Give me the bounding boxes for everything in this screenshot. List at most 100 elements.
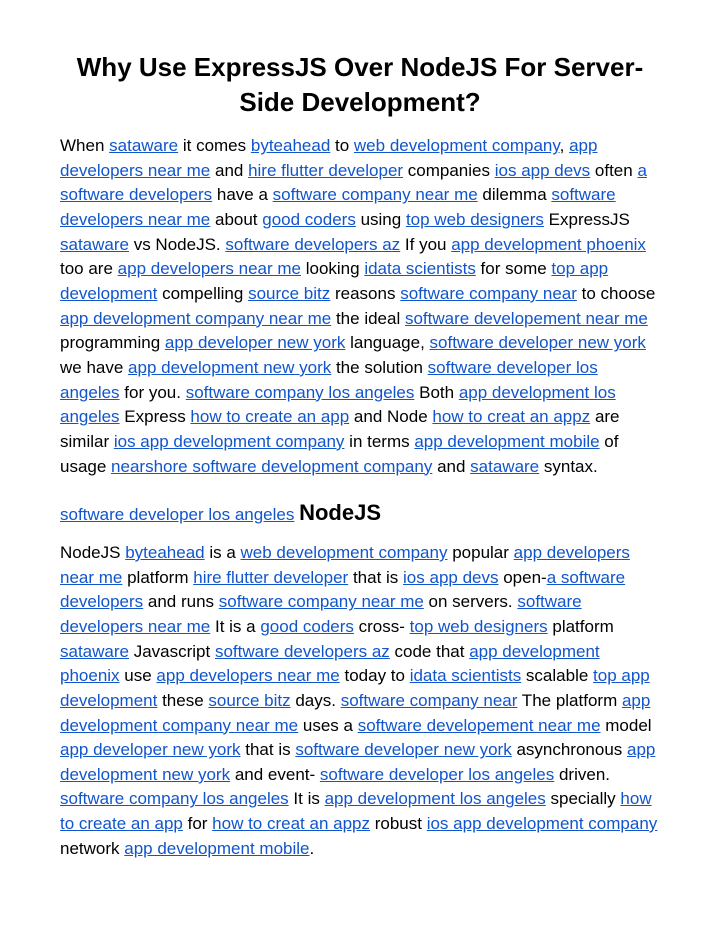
text: to choose	[577, 284, 655, 303]
link-ios-app-development-company[interactable]: ios app development company	[114, 432, 345, 451]
text: reasons	[330, 284, 400, 303]
link-app-development-phoenix[interactable]: app development phoenix	[451, 235, 646, 254]
link-app-developer-new-york[interactable]: app developer new york	[165, 333, 346, 352]
link-hire-flutter-developer[interactable]: hire flutter developer	[193, 568, 348, 587]
link-software-company-los-angeles[interactable]: software company los angeles	[186, 383, 415, 402]
text: driven.	[554, 765, 610, 784]
text: Express	[120, 407, 191, 426]
link-software-company-near-me[interactable]: software company near me	[273, 185, 478, 204]
text: it comes	[178, 136, 251, 155]
link-how-to-creat-an-appz[interactable]: how to creat an appz	[432, 407, 590, 426]
text: use	[120, 666, 157, 685]
link-software-developer-new-york[interactable]: software developer new york	[295, 740, 511, 759]
link-ios-app-devs[interactable]: ios app devs	[403, 568, 498, 587]
link-software-developer-los-angeles[interactable]: software developer los angeles	[320, 765, 554, 784]
link-software-company-near-me[interactable]: software company near me	[219, 592, 424, 611]
link-sataware[interactable]: sataware	[470, 457, 539, 476]
link-app-development-los-angeles[interactable]: app development los angeles	[325, 789, 546, 808]
link-software-developers-az[interactable]: software developers az	[215, 642, 390, 661]
text: compelling	[157, 284, 248, 303]
text: these	[157, 691, 208, 710]
text: is a	[205, 543, 241, 562]
link-good-coders[interactable]: good coders	[260, 617, 354, 636]
text: platform	[122, 568, 193, 587]
text: The platform	[517, 691, 622, 710]
link-how-to-creat-an-appz[interactable]: how to creat an appz	[212, 814, 370, 833]
link-byteahead[interactable]: byteahead	[251, 136, 330, 155]
text: about	[210, 210, 262, 229]
text: Javascript	[129, 642, 215, 661]
text: scalable	[521, 666, 593, 685]
link-app-developer-new-york[interactable]: app developer new york	[60, 740, 241, 759]
link-software-developer-new-york[interactable]: software developer new york	[430, 333, 646, 352]
text: cross-	[354, 617, 410, 636]
subheading-nodejs: software developer los angeles NodeJS	[60, 497, 660, 529]
text: in terms	[344, 432, 414, 451]
text: looking	[301, 259, 364, 278]
text: today to	[340, 666, 410, 685]
text: model	[601, 716, 652, 735]
link-software-company-near[interactable]: software company near	[400, 284, 577, 303]
text: .	[309, 839, 314, 858]
text: uses a	[298, 716, 358, 735]
text: ,	[560, 136, 569, 155]
text: that is	[348, 568, 403, 587]
link-sataware[interactable]: sataware	[109, 136, 178, 155]
link-idata-scientists[interactable]: idata scientists	[364, 259, 476, 278]
text: and	[210, 161, 248, 180]
text: using	[356, 210, 406, 229]
link-app-development-mobile[interactable]: app development mobile	[414, 432, 599, 451]
link-ios-app-devs[interactable]: ios app devs	[495, 161, 590, 180]
text: It is	[289, 789, 325, 808]
paragraph-1: When sataware it comes byteahead to web …	[60, 134, 660, 479]
text: If you	[400, 235, 451, 254]
link-software-company-near[interactable]: software company near	[341, 691, 518, 710]
link-top-web-designers[interactable]: top web designers	[410, 617, 548, 636]
link-good-coders[interactable]: good coders	[262, 210, 356, 229]
text: for	[183, 814, 212, 833]
text: asynchronous	[512, 740, 627, 759]
link-source-bitz[interactable]: source bitz	[248, 284, 330, 303]
text: robust	[370, 814, 427, 833]
text: too are	[60, 259, 118, 278]
link-software-developers-az[interactable]: software developers az	[225, 235, 400, 254]
link-how-to-create-an-app[interactable]: how to create an app	[190, 407, 349, 426]
link-software-developement-near-me[interactable]: software developement near me	[358, 716, 601, 735]
link-app-development-company-near-me[interactable]: app development company near me	[60, 309, 331, 328]
text: and Node	[349, 407, 432, 426]
text: syntax.	[539, 457, 598, 476]
link-source-bitz[interactable]: source bitz	[208, 691, 290, 710]
link-sataware[interactable]: sataware	[60, 642, 129, 661]
link-byteahead[interactable]: byteahead	[125, 543, 204, 562]
text: programming	[60, 333, 165, 352]
link-app-developers-near-me[interactable]: app developers near me	[118, 259, 301, 278]
text: for you.	[120, 383, 186, 402]
link-top-web-designers[interactable]: top web designers	[406, 210, 544, 229]
link-app-development-mobile[interactable]: app development mobile	[124, 839, 309, 858]
link-sataware[interactable]: sataware	[60, 235, 129, 254]
text: we have	[60, 358, 128, 377]
link-web-development-company[interactable]: web development company	[354, 136, 560, 155]
text: language,	[345, 333, 429, 352]
text: and	[432, 457, 470, 476]
text: NodeJS	[60, 543, 125, 562]
text: ExpressJS	[544, 210, 630, 229]
link-app-developers-near-me[interactable]: app developers near me	[156, 666, 339, 685]
text: popular	[447, 543, 513, 562]
page-title: Why Use ExpressJS Over NodeJS For Server…	[60, 50, 660, 120]
link-nearshore-software-development-company[interactable]: nearshore software development company	[111, 457, 432, 476]
text: days.	[291, 691, 341, 710]
text: and event-	[230, 765, 320, 784]
link-software-company-los-angeles[interactable]: software company los angeles	[60, 789, 289, 808]
link-idata-scientists[interactable]: idata scientists	[410, 666, 522, 685]
link-software-developer-los-angeles[interactable]: software developer los angeles	[60, 505, 294, 524]
link-hire-flutter-developer[interactable]: hire flutter developer	[248, 161, 403, 180]
link-web-development-company[interactable]: web development company	[241, 543, 448, 562]
link-software-developement-near-me[interactable]: software developement near me	[405, 309, 648, 328]
link-ios-app-development-company[interactable]: ios app development company	[427, 814, 658, 833]
text: for some	[476, 259, 552, 278]
link-app-development-new-york[interactable]: app development new york	[128, 358, 331, 377]
paragraph-2: NodeJS byteahead is a web development co…	[60, 541, 660, 861]
text: the ideal	[331, 309, 405, 328]
text: dilemma	[478, 185, 552, 204]
